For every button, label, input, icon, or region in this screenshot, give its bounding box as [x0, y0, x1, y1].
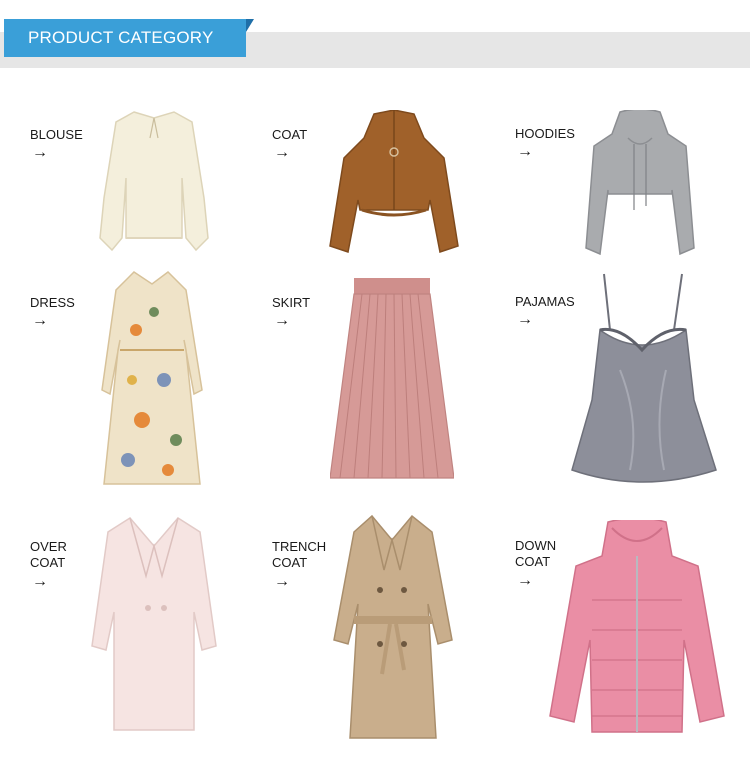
arrow-right-icon: → [517, 311, 533, 328]
down-coat-image[interactable] [548, 520, 726, 738]
pajamas-image[interactable] [570, 270, 720, 488]
category-label: SKIRT [272, 295, 311, 310]
section-header-tab: PRODUCT CATEGORY [4, 19, 254, 57]
arrow-right-icon: → [32, 312, 48, 329]
arrow-right-icon: → [274, 312, 290, 329]
skirt-image[interactable] [330, 278, 454, 486]
category-label: OVER COAT [30, 539, 67, 570]
section-title: PRODUCT CATEGORY [28, 28, 214, 47]
category-label: BLOUSE [30, 127, 83, 142]
arrow-right-icon: → [517, 572, 533, 589]
dress-image[interactable] [98, 270, 204, 490]
category-label: PAJAMAS [515, 294, 575, 309]
coat-image[interactable] [328, 110, 460, 256]
arrow-right-icon: → [517, 143, 533, 160]
category-label: TRENCH COAT [272, 539, 327, 570]
category-label: DRESS [30, 295, 75, 310]
arrow-right-icon: → [274, 144, 290, 161]
trench-coat-image[interactable] [332, 514, 454, 742]
blouse-image[interactable] [96, 108, 212, 254]
arrow-right-icon: → [32, 144, 48, 161]
category-label: COAT [272, 127, 308, 142]
arrow-right-icon: → [32, 573, 48, 590]
category-label: HOODIES [515, 126, 575, 141]
arrow-right-icon: → [274, 573, 290, 590]
over-coat-image[interactable] [90, 516, 218, 736]
hoodie-image[interactable] [584, 110, 696, 256]
